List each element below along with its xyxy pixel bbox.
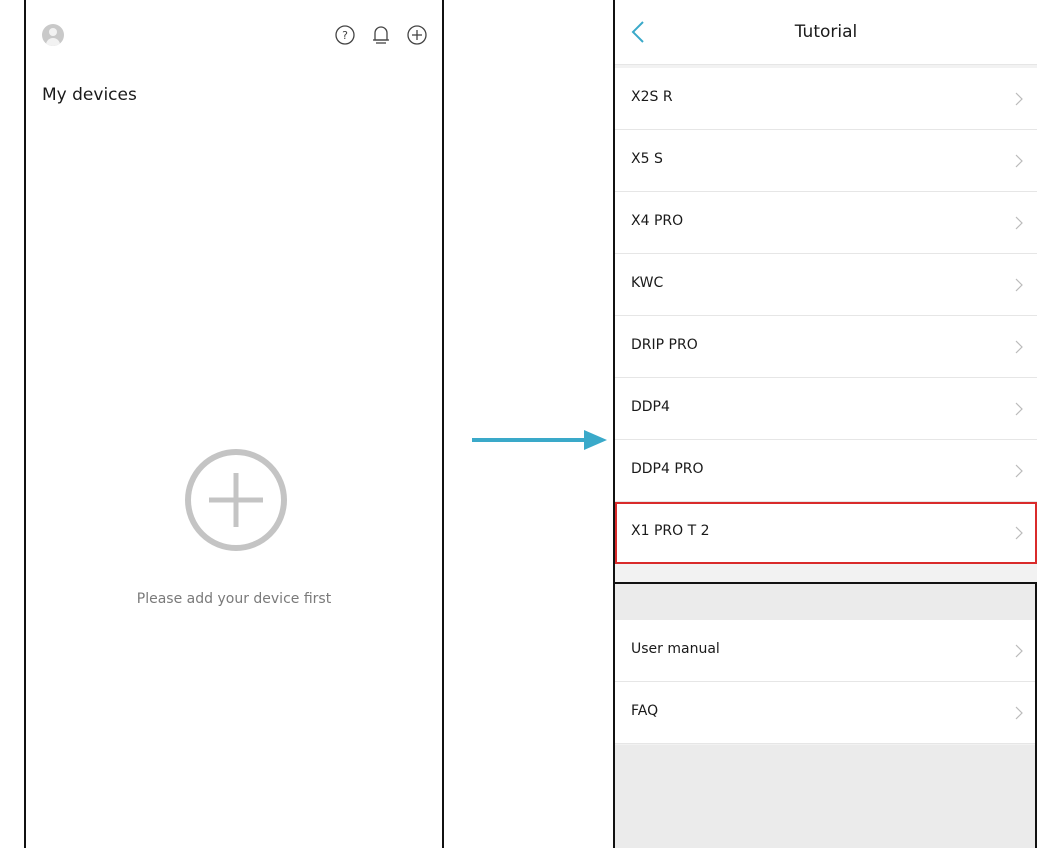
nav-title: Tutorial bbox=[794, 22, 858, 42]
add-device-icon[interactable] bbox=[184, 448, 288, 552]
chevron-right-icon bbox=[1015, 340, 1023, 354]
list-item-user-manual[interactable]: User manual bbox=[615, 620, 1037, 682]
chevron-right-icon bbox=[1015, 526, 1023, 540]
list-item[interactable]: KWC bbox=[615, 254, 1037, 316]
list-item-label: DDP4 PRO bbox=[631, 461, 704, 477]
avatar-icon[interactable] bbox=[42, 24, 64, 46]
section-divider bbox=[615, 582, 1037, 622]
chevron-right-icon bbox=[1015, 644, 1023, 658]
list-item-label: X2S R bbox=[631, 89, 673, 105]
list-item-label: X1 PRO T 2 bbox=[631, 523, 710, 539]
list-item[interactable]: DDP4 bbox=[615, 378, 1037, 440]
help-icon[interactable]: ? bbox=[334, 24, 356, 46]
chevron-right-icon bbox=[1015, 154, 1023, 168]
top-toolbar: ? bbox=[334, 24, 428, 46]
list-item-label: DDP4 bbox=[631, 399, 670, 415]
add-icon[interactable] bbox=[406, 24, 428, 46]
list-item-label: DRIP PRO bbox=[631, 337, 698, 353]
empty-state-message: Please add your device first bbox=[136, 591, 332, 607]
empty-area bbox=[615, 745, 1037, 848]
list-item-highlighted[interactable]: X1 PRO T 2 bbox=[615, 502, 1037, 564]
arrow-right-icon bbox=[472, 430, 607, 450]
page-title: My devices bbox=[42, 85, 137, 105]
list-item[interactable]: X2S R bbox=[615, 68, 1037, 130]
help-list: User manual FAQ bbox=[615, 620, 1037, 744]
tutorial-screen: Tutorial X2S R X5 S X4 PRO KWC DRIP PRO … bbox=[613, 0, 1037, 848]
bell-icon[interactable] bbox=[370, 24, 392, 46]
tutorial-list: X2S R X5 S X4 PRO KWC DRIP PRO DDP4 DDP4… bbox=[615, 68, 1037, 564]
list-item-label: X5 S bbox=[631, 151, 663, 167]
list-item[interactable]: X5 S bbox=[615, 130, 1037, 192]
chevron-right-icon bbox=[1015, 402, 1023, 416]
chevron-right-icon bbox=[1015, 216, 1023, 230]
chevron-right-icon bbox=[1015, 706, 1023, 720]
chevron-right-icon bbox=[1015, 278, 1023, 292]
list-item[interactable]: DDP4 PRO bbox=[615, 440, 1037, 502]
home-screen: ? My devices Please add your device firs… bbox=[24, 0, 444, 848]
list-item[interactable]: DRIP PRO bbox=[615, 316, 1037, 378]
list-item-label: KWC bbox=[631, 275, 664, 291]
svg-text:?: ? bbox=[342, 29, 348, 42]
list-item-label: X4 PRO bbox=[631, 213, 684, 229]
chevron-right-icon bbox=[1015, 92, 1023, 106]
list-item-label: FAQ bbox=[631, 703, 659, 719]
list-item-label: User manual bbox=[631, 641, 720, 657]
chevron-right-icon bbox=[1015, 464, 1023, 478]
list-item[interactable]: X4 PRO bbox=[615, 192, 1037, 254]
nav-bar: Tutorial bbox=[615, 0, 1037, 65]
list-item-faq[interactable]: FAQ bbox=[615, 682, 1037, 744]
